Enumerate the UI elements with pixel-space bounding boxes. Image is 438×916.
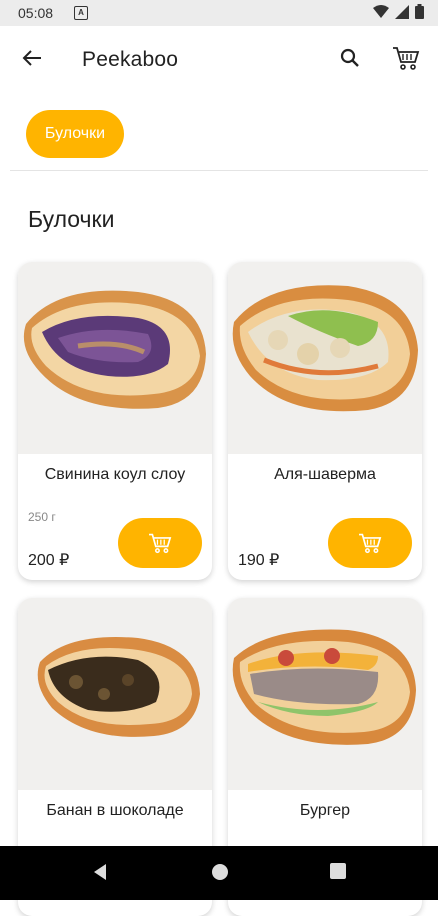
wifi-icon xyxy=(373,4,389,18)
product-photo xyxy=(228,262,422,454)
product-name: Бургер xyxy=(299,802,351,819)
cart-icon xyxy=(393,47,420,70)
system-nav-bar xyxy=(0,846,438,900)
product-weight: 250 г xyxy=(28,510,56,524)
product-photo xyxy=(18,262,212,454)
search-icon xyxy=(340,48,359,67)
app-bar: Peekaboo xyxy=(0,26,438,94)
arrow-left-icon xyxy=(22,50,41,66)
notification-icon: A xyxy=(74,6,88,20)
product-price: 190 ₽ xyxy=(238,552,280,569)
cart-icon xyxy=(359,533,382,554)
product-name: Аля-шаверма xyxy=(274,466,376,483)
cart-icon xyxy=(149,533,172,554)
battery-icon xyxy=(415,4,424,19)
status-icons xyxy=(373,4,424,19)
nav-back-icon[interactable] xyxy=(92,863,108,881)
product-photo xyxy=(18,598,212,790)
status-time: 05:08 xyxy=(18,5,54,21)
page-title: Peekaboo xyxy=(82,48,179,71)
divider xyxy=(10,170,428,171)
search-button[interactable] xyxy=(332,40,368,76)
product-price: 200 ₽ xyxy=(28,552,70,569)
signal-icon xyxy=(395,4,409,19)
add-to-cart-button[interactable] xyxy=(118,518,202,568)
category-chip-label: Булочки xyxy=(44,125,106,142)
cart-button[interactable] xyxy=(388,40,424,76)
product-photo xyxy=(228,598,422,790)
nav-home-icon[interactable] xyxy=(211,863,229,881)
add-to-cart-button[interactable] xyxy=(328,518,412,568)
back-button[interactable] xyxy=(14,40,50,76)
product-card[interactable]: Свинина коул слоу 250 г 200 ₽ xyxy=(18,262,212,580)
status-bar: 05:08 A xyxy=(0,0,438,26)
product-name: Банан в шоколаде xyxy=(46,802,184,819)
nav-recents-icon[interactable] xyxy=(330,863,346,879)
section-title: Булочки xyxy=(28,206,115,232)
product-card[interactable]: Аля-шаверма 190 ₽ xyxy=(228,262,422,580)
product-name: Свинина коул слоу xyxy=(44,466,186,483)
category-chip-buns[interactable]: Булочки xyxy=(26,110,124,158)
